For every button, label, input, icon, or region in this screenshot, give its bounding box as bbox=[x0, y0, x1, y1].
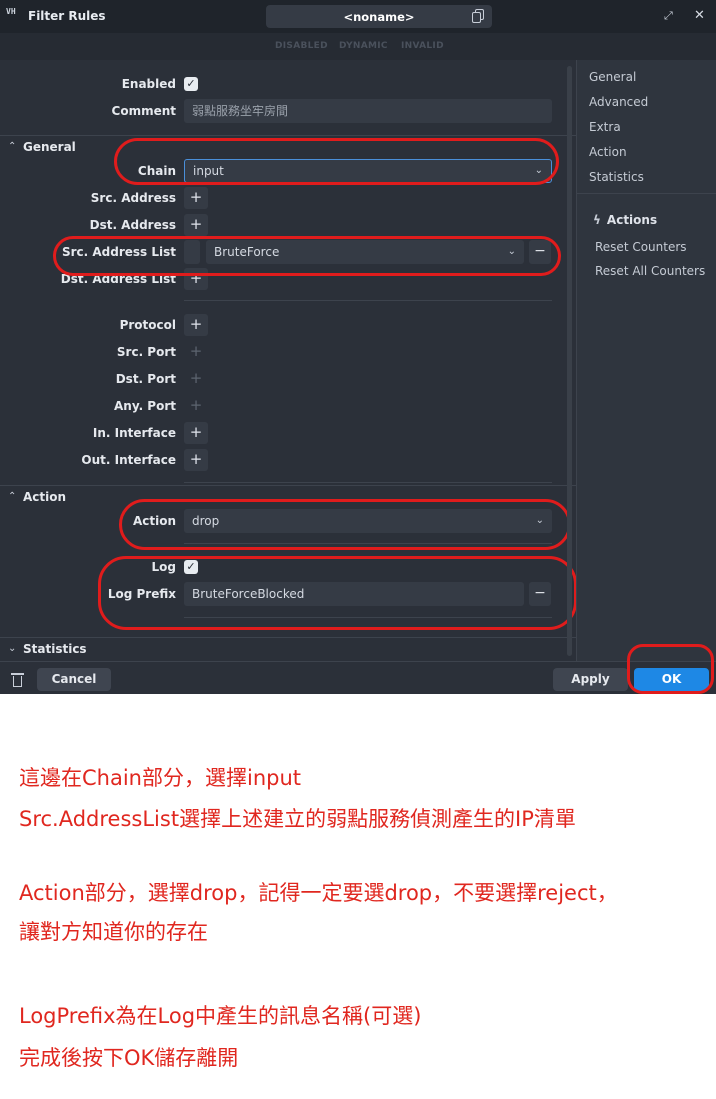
instruction-line: 完成後按下OK儲存離開 bbox=[19, 1046, 239, 1070]
flag-disabled: DISABLED bbox=[275, 41, 328, 51]
divider bbox=[184, 300, 552, 301]
filter-rules-window: VH Filter Rules <noname> ⤢ ✕ DISABLED DY… bbox=[0, 0, 716, 694]
nav-advanced[interactable]: Advanced bbox=[589, 95, 648, 109]
dst-port-label: Dst. Port bbox=[115, 372, 176, 386]
annotation-chain bbox=[114, 138, 559, 185]
lightning-icon: ϟ bbox=[593, 213, 601, 227]
in-interface-label: In. Interface bbox=[92, 426, 176, 440]
window-title: Filter Rules bbox=[28, 9, 106, 23]
reset-counters-link[interactable]: Reset Counters bbox=[595, 240, 687, 254]
annotation-src-address-list bbox=[53, 236, 561, 276]
restore-icon[interactable]: ⤢ bbox=[664, 9, 673, 23]
any-port-add-button[interactable]: + bbox=[184, 395, 208, 417]
protocol-label: Protocol bbox=[119, 318, 176, 332]
actions-title: Actions bbox=[606, 213, 658, 227]
instruction-line: 讓對方知道你的存在 bbox=[19, 920, 208, 944]
rule-name-box[interactable]: <noname> bbox=[266, 5, 492, 28]
annotation-log bbox=[98, 556, 577, 630]
section-statistics[interactable]: ⌄ Statistics bbox=[0, 637, 576, 661]
trash-icon[interactable] bbox=[11, 672, 24, 687]
bottom-bar: Cancel Apply OK bbox=[0, 661, 716, 694]
annotation-action bbox=[119, 499, 571, 550]
reset-all-counters-link[interactable]: Reset All Counters bbox=[595, 264, 705, 278]
rule-form: Enabled ✓ Comment 弱點服務坐牢房間 ⌃ General Cha… bbox=[0, 60, 577, 661]
annotation-ok bbox=[627, 644, 714, 694]
nav-statistics[interactable]: Statistics bbox=[589, 170, 644, 184]
any-port-label: Any. Port bbox=[114, 399, 176, 413]
instruction-line: LogPrefix為在Log中產生的訊息名稱(可選) bbox=[19, 1004, 422, 1028]
divider bbox=[577, 193, 716, 194]
instruction-line: Src.AddressList選擇上述建立的弱點服務偵測產生的IP清單 bbox=[19, 807, 576, 831]
status-bar: DISABLED DYNAMIC INVALID bbox=[0, 33, 716, 60]
chevron-down-icon: ⌄ bbox=[8, 643, 17, 654]
comment-label: Comment bbox=[111, 104, 176, 118]
nav-general[interactable]: General bbox=[589, 70, 636, 84]
side-panel: General Advanced Extra Action Statistics… bbox=[576, 60, 716, 661]
chevron-up-icon: ⌃ bbox=[8, 491, 17, 502]
instruction-line: Action部分，選擇drop，記得一定要選drop，不要選擇reject， bbox=[19, 881, 618, 905]
title-bar: VH Filter Rules <noname> ⤢ ✕ bbox=[0, 0, 716, 33]
protocol-add-button[interactable]: + bbox=[184, 314, 208, 336]
close-icon[interactable]: ✕ bbox=[694, 8, 705, 23]
section-general-title: General bbox=[23, 140, 76, 154]
dst-address-add-button[interactable]: + bbox=[184, 214, 208, 236]
enabled-label: Enabled bbox=[121, 77, 176, 91]
src-port-label: Src. Port bbox=[116, 345, 176, 359]
comment-value: 弱點服務坐牢房間 bbox=[192, 104, 289, 118]
form-scrollbar[interactable] bbox=[567, 66, 572, 656]
apply-button[interactable]: Apply bbox=[553, 668, 628, 691]
divider bbox=[184, 482, 552, 483]
src-port-add-button[interactable]: + bbox=[184, 341, 208, 363]
copy-icon[interactable] bbox=[472, 9, 484, 23]
chevron-up-icon: ⌃ bbox=[8, 141, 17, 152]
nav-extra[interactable]: Extra bbox=[589, 120, 621, 134]
app-logo-icon: VH bbox=[6, 7, 16, 16]
enabled-checkbox[interactable]: ✓ bbox=[184, 77, 198, 91]
nav-action[interactable]: Action bbox=[589, 145, 627, 159]
rule-name: <noname> bbox=[343, 10, 415, 24]
comment-input[interactable]: 弱點服務坐牢房間 bbox=[184, 99, 552, 123]
page: VH Filter Rules <noname> ⤢ ✕ DISABLED DY… bbox=[0, 0, 716, 1099]
cancel-button[interactable]: Cancel bbox=[37, 668, 111, 691]
actions-heading: ϟ Actions bbox=[593, 213, 657, 227]
src-address-add-button[interactable]: + bbox=[184, 187, 208, 209]
out-interface-label: Out. Interface bbox=[81, 453, 176, 467]
flag-dynamic: DYNAMIC bbox=[339, 41, 388, 51]
in-interface-add-button[interactable]: + bbox=[184, 422, 208, 444]
instruction-line: 這邊在Chain部分，選擇input bbox=[19, 766, 302, 790]
flag-invalid: INVALID bbox=[401, 41, 444, 51]
dst-port-add-button[interactable]: + bbox=[184, 368, 208, 390]
src-address-label: Src. Address bbox=[90, 191, 176, 205]
section-statistics-title: Statistics bbox=[23, 642, 87, 656]
dst-address-label: Dst. Address bbox=[89, 218, 176, 232]
out-interface-add-button[interactable]: + bbox=[184, 449, 208, 471]
section-action-title: Action bbox=[23, 490, 67, 504]
